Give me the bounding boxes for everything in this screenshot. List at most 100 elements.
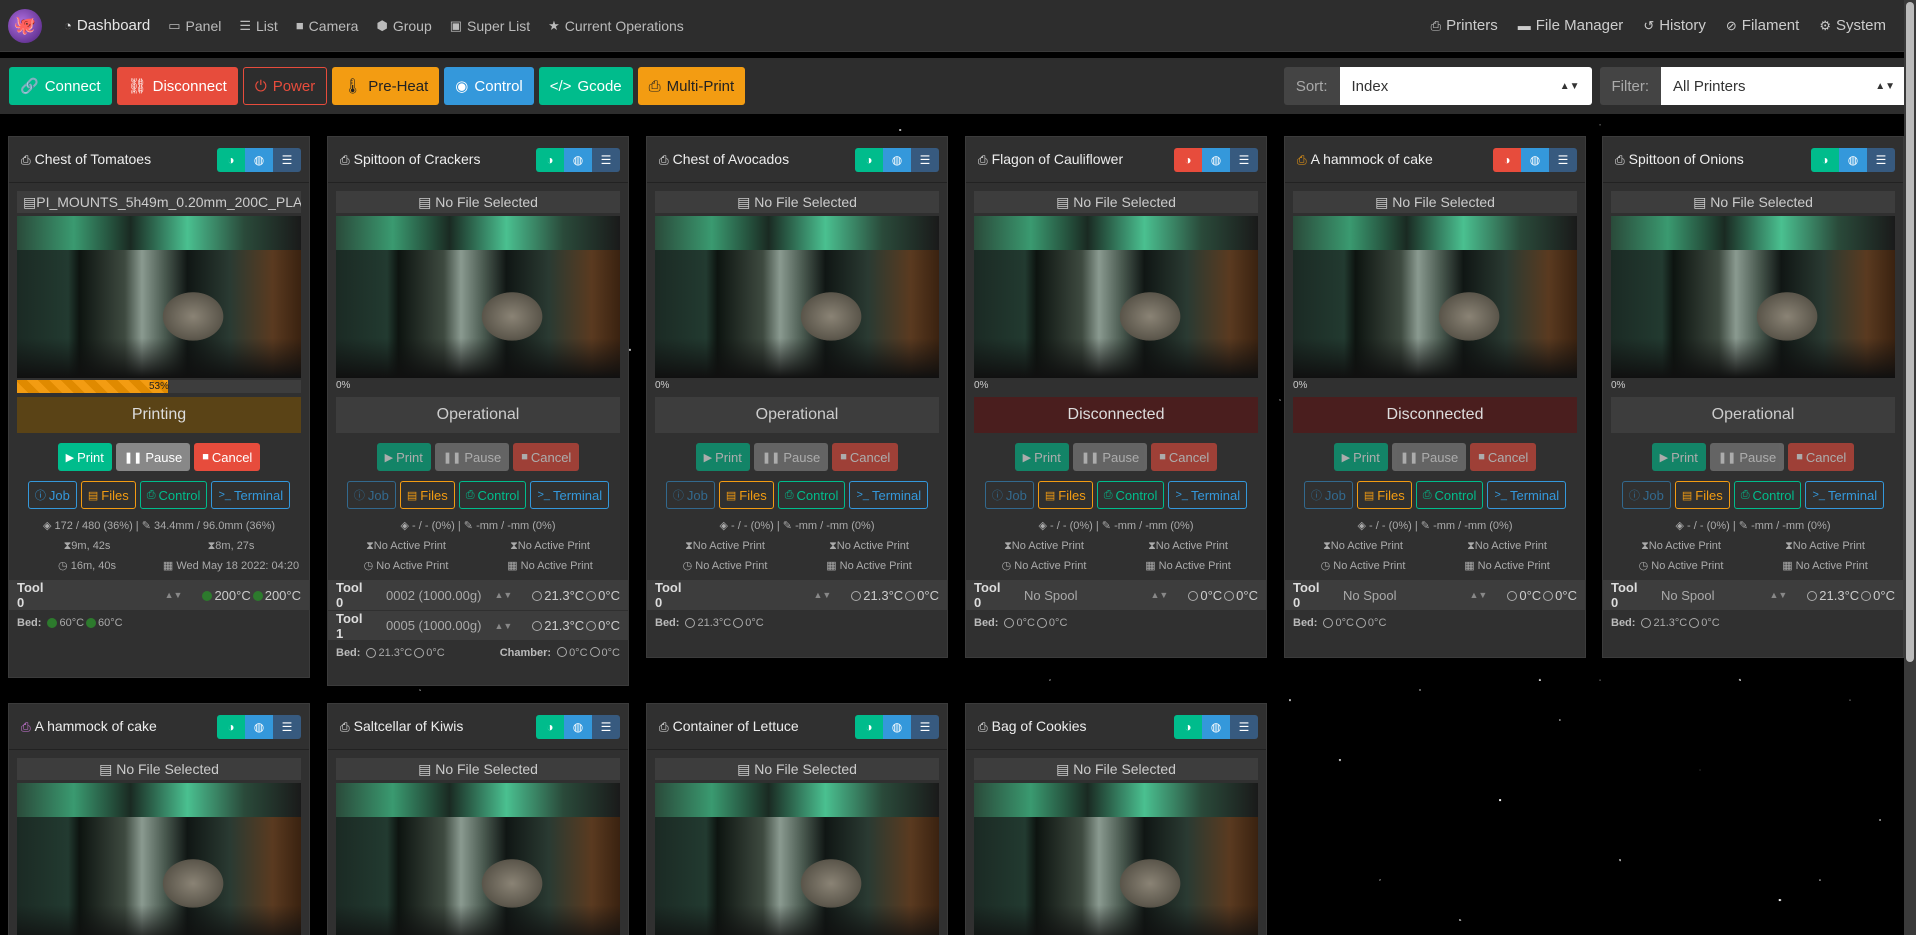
- nav-file-manager[interactable]: ▬ File Manager: [1518, 17, 1624, 34]
- camera-stream[interactable]: [1293, 216, 1577, 378]
- job-button[interactable]: ⓘ Job: [1621, 481, 1671, 509]
- current-file[interactable]: ▤ PI_MOUNTS_5h49m_0.20mm_200C_PLA_...: [17, 191, 301, 213]
- toggle-connection-button[interactable]: ◑: [217, 714, 245, 739]
- toggle-connection-button[interactable]: ◑: [536, 714, 564, 739]
- current-file[interactable]: ▤ No File Selected: [1293, 191, 1577, 213]
- toggle-connection-button[interactable]: ◑: [1174, 714, 1202, 739]
- web-ui-button[interactable]: ◍: [245, 147, 273, 172]
- control-tab-button[interactable]: ⎙ Control: [458, 481, 527, 509]
- nav-group[interactable]: ⬢ Group: [376, 18, 431, 34]
- job-button[interactable]: ⓘ Job: [346, 481, 396, 509]
- printer-menu-button[interactable]: ☰: [1230, 714, 1258, 739]
- terminal-button[interactable]: >_ Terminal: [849, 481, 929, 509]
- files-button[interactable]: ▤ Files: [80, 481, 136, 509]
- cancel-button[interactable]: ■ Cancel: [1151, 443, 1218, 471]
- camera-stream[interactable]: [17, 783, 301, 935]
- cancel-button[interactable]: ■ Cancel: [513, 443, 580, 471]
- spool-select[interactable]: No Spool: [1008, 588, 1151, 603]
- web-ui-button[interactable]: ◍: [245, 714, 273, 739]
- cancel-button[interactable]: ■ Cancel: [194, 443, 261, 471]
- toggle-connection-button[interactable]: ◑: [536, 147, 564, 172]
- nav-dashboard[interactable]: ◔ Dashboard: [64, 17, 150, 34]
- pause-button[interactable]: ❚❚ Pause: [753, 443, 829, 471]
- pause-button[interactable]: ❚❚ Pause: [1072, 443, 1148, 471]
- pause-button[interactable]: ❚❚ Pause: [115, 443, 191, 471]
- cancel-button[interactable]: ■ Cancel: [1470, 443, 1537, 471]
- control-tab-button[interactable]: ⎙ Control: [1415, 481, 1484, 509]
- terminal-button[interactable]: >_ Terminal: [1805, 481, 1885, 509]
- print-button[interactable]: ▶ Print: [1333, 443, 1388, 471]
- current-file[interactable]: ▤ No File Selected: [974, 191, 1258, 213]
- filter-select[interactable]: All Printers ▲▼: [1661, 67, 1907, 105]
- camera-stream[interactable]: [336, 783, 620, 935]
- printer-menu-button[interactable]: ☰: [1867, 147, 1895, 172]
- spool-select[interactable]: 0005 (1000.00g): [370, 618, 494, 633]
- scrollbar-thumb[interactable]: [1906, 2, 1914, 662]
- toggle-connection-button[interactable]: ◑: [855, 714, 883, 739]
- cancel-button[interactable]: ■ Cancel: [1788, 443, 1855, 471]
- web-ui-button[interactable]: ◍: [1202, 147, 1230, 172]
- print-button[interactable]: ▶ Print: [1014, 443, 1069, 471]
- page-scrollbar[interactable]: [1904, 0, 1916, 935]
- camera-stream[interactable]: [17, 216, 301, 378]
- printer-menu-button[interactable]: ☰: [1549, 147, 1577, 172]
- pause-button[interactable]: ❚❚ Pause: [434, 443, 510, 471]
- job-button[interactable]: ⓘ Job: [27, 481, 77, 509]
- files-button[interactable]: ▤ Files: [399, 481, 455, 509]
- terminal-button[interactable]: >_ Terminal: [1168, 481, 1248, 509]
- pause-button[interactable]: ❚❚ Pause: [1709, 443, 1785, 471]
- files-button[interactable]: ▤ Files: [1356, 481, 1412, 509]
- printer-menu-button[interactable]: ☰: [592, 714, 620, 739]
- pause-button[interactable]: ❚❚ Pause: [1391, 443, 1467, 471]
- nav-panel[interactable]: ▭ Panel: [168, 18, 221, 34]
- nav-printers[interactable]: ⎙ Printers: [1431, 17, 1498, 34]
- spool-select[interactable]: 0002 (1000.00g): [370, 588, 494, 603]
- connect-button[interactable]: 🔗 Connect: [9, 67, 112, 105]
- printer-menu-button[interactable]: ☰: [273, 714, 301, 739]
- sort-select[interactable]: Index ▲▼: [1339, 67, 1592, 105]
- printer-menu-button[interactable]: ☰: [911, 714, 939, 739]
- camera-stream[interactable]: [655, 216, 939, 378]
- job-button[interactable]: ⓘ Job: [665, 481, 715, 509]
- toggle-connection-button[interactable]: ◑: [1811, 147, 1839, 172]
- toggle-connection-button[interactable]: ◑: [1493, 147, 1521, 172]
- nav-super-list[interactable]: ▣ Super List: [450, 18, 530, 34]
- multi-print-button[interactable]: ⎙ Multi-Print: [637, 67, 746, 105]
- terminal-button[interactable]: >_ Terminal: [1487, 481, 1567, 509]
- current-file[interactable]: ▤ No File Selected: [655, 758, 939, 780]
- web-ui-button[interactable]: ◍: [883, 147, 911, 172]
- current-file[interactable]: ▤ No File Selected: [974, 758, 1258, 780]
- control-button[interactable]: ◉ Control: [444, 67, 534, 105]
- spool-select[interactable]: No Spool: [1327, 588, 1470, 603]
- control-tab-button[interactable]: ⎙ Control: [1096, 481, 1165, 509]
- control-tab-button[interactable]: ⎙ Control: [1733, 481, 1802, 509]
- octofarm-logo[interactable]: 🐙: [8, 8, 42, 43]
- print-button[interactable]: ▶ Print: [695, 443, 750, 471]
- print-button[interactable]: ▶ Print: [376, 443, 431, 471]
- files-button[interactable]: ▤ Files: [1674, 481, 1730, 509]
- current-file[interactable]: ▤ No File Selected: [336, 191, 620, 213]
- camera-stream[interactable]: [974, 216, 1258, 378]
- printer-menu-button[interactable]: ☰: [592, 147, 620, 172]
- camera-stream[interactable]: [336, 216, 620, 378]
- toggle-connection-button[interactable]: ◑: [217, 147, 245, 172]
- current-file[interactable]: ▤ No File Selected: [17, 758, 301, 780]
- nav-camera[interactable]: ■ Camera: [296, 18, 359, 34]
- current-file[interactable]: ▤ No File Selected: [655, 191, 939, 213]
- job-button[interactable]: ⓘ Job: [1303, 481, 1353, 509]
- gcode-button[interactable]: </> Gcode: [538, 67, 633, 105]
- control-tab-button[interactable]: ⎙ Control: [777, 481, 846, 509]
- nav-filament[interactable]: ⊘ Filament: [1726, 17, 1799, 34]
- nav-history[interactable]: ↺ History: [1643, 17, 1706, 34]
- print-button[interactable]: ▶ Print: [1651, 443, 1706, 471]
- web-ui-button[interactable]: ◍: [1521, 147, 1549, 172]
- files-button[interactable]: ▤ Files: [718, 481, 774, 509]
- job-button[interactable]: ⓘ Job: [984, 481, 1034, 509]
- control-tab-button[interactable]: ⎙ Control: [139, 481, 208, 509]
- camera-stream[interactable]: [655, 783, 939, 935]
- preheat-button[interactable]: 🌡 Pre-Heat: [332, 67, 440, 105]
- web-ui-button[interactable]: ◍: [1202, 714, 1230, 739]
- toggle-connection-button[interactable]: ◑: [1174, 147, 1202, 172]
- nav-list[interactable]: ☰ List: [239, 18, 277, 34]
- spool-select[interactable]: No Spool: [1645, 588, 1769, 603]
